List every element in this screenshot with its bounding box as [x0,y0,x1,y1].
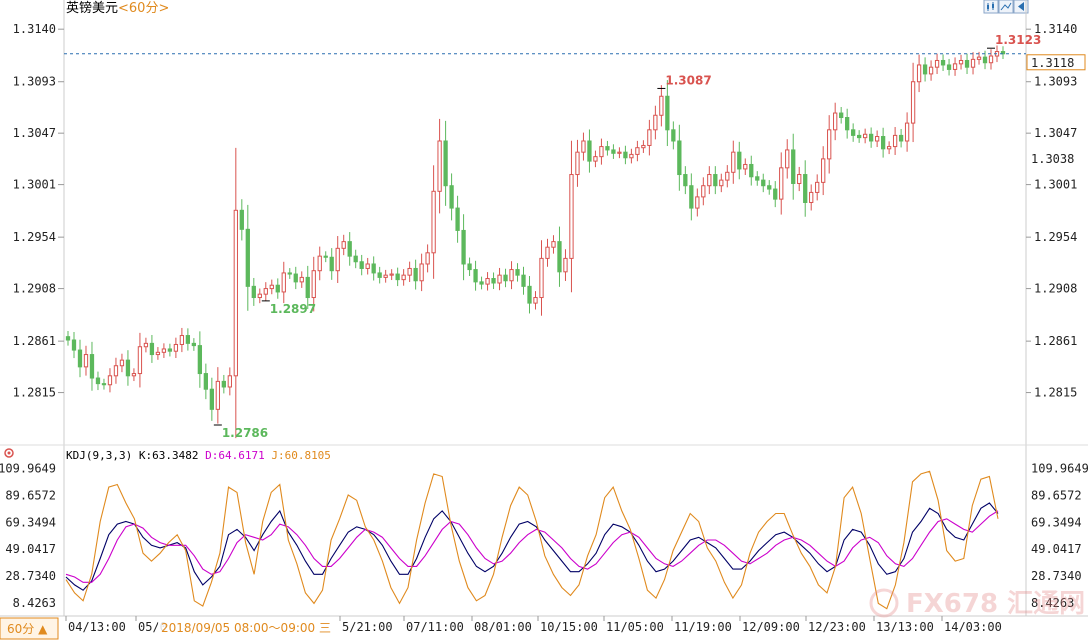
svg-text:2018/09/05 08:00～09:00 三: 2018/09/05 08:00～09:00 三 [161,621,331,635]
time-tick-label: 14/03:00 [944,620,1002,634]
time-tick-label: 10/15:00 [540,620,598,634]
price-extreme-annotation: 1.3087 [657,73,712,89]
time-tick-label: 07/11:00 [406,620,464,634]
kdj-tick-label: 69.3494 [5,515,56,529]
price-tick-label: 1.3047 [1034,126,1077,140]
time-tick-label: 12/23:00 [808,620,866,634]
kdj-tick-label: 109.9649 [0,462,56,476]
time-tick-label: 04/13:00 [68,620,126,634]
svg-text:FX678 汇通网: FX678 汇通网 [906,589,1085,619]
svg-text:1.2786: 1.2786 [222,426,268,440]
price-tick-label: 1.2908 [1034,282,1077,296]
svg-text:1.3087: 1.3087 [665,73,711,87]
price-tick-label: 1.3001 [13,178,56,192]
kdj-tick-label: 49.0417 [5,542,56,556]
svg-text:1.2897: 1.2897 [270,302,316,316]
candle-chart-icon[interactable] [983,0,999,14]
price-tick-label: 1.2815 [1034,386,1077,400]
crosshair-time-readout: 2018/09/05 08:00～09:00 三 [158,619,338,637]
kdj-tick-label: 89.6572 [5,488,56,502]
kdj-tick-label: 49.0417 [1031,542,1082,556]
time-tick-label: 08/01:00 [474,620,532,634]
price-extreme-annotation: 1.3123 [987,33,1041,49]
time-tick-label: 13/13:00 [876,620,934,634]
price-tick-label: 1.3001 [1034,178,1077,192]
line-chart-icon[interactable] [998,0,1014,14]
price-tick-label: 1.3140 [13,22,56,36]
price-extreme-annotation: 1.2897 [261,300,316,316]
time-tick-label: 11/05:00 [606,620,664,634]
time-tick-label: 11/19:00 [674,620,732,634]
period-button[interactable]: 60分 ▲ [0,617,59,640]
price-extreme-annotation: 1.2786 [213,424,268,440]
svg-text:60分 ▲: 60分 ▲ [7,622,48,636]
price-tick-label: 1.2861 [1034,334,1077,348]
svg-text:1.3118: 1.3118 [1031,56,1074,70]
price-tick-label: 1.2908 [13,282,56,296]
price-tick-label: 1.2954 [1034,230,1077,244]
current-price-tag: 1.3118 [1026,54,1086,71]
price-tick-label: 1.2954 [13,230,56,244]
price-tick-label: 1.3093 [1034,75,1077,89]
kdj-tick-label: 28.7340 [5,569,56,583]
kdj-tick-label: 69.3494 [1031,515,1082,529]
kdj-tick-label: 109.9649 [1031,462,1088,476]
kdj-tick-label: 28.7340 [1031,569,1082,583]
price-tick-label: 1.2861 [13,334,56,348]
time-tick-label: 12/09:00 [742,620,800,634]
instrument-title: 英镑美元<60分> [66,0,169,16]
secondary-price-label: 1.3038 [1031,152,1074,166]
price-chart: 英镑美元<60分> 1.3140 1.3093 1.3047 1.3001 1.2954… [0,0,1088,640]
price-tick-label: 1.3093 [13,75,56,89]
kdj-tick-label: 8.4263 [13,596,56,610]
price-tick-label: 1.3047 [13,126,56,140]
svg-text:1.3123: 1.3123 [995,33,1041,47]
time-tick-label: 5/21:00 [342,620,393,634]
kdj-tick-label: 89.6572 [1031,488,1082,502]
kdj-legend: KDJ(9,3,3) K:63.3482 D:64.6171 J:60.8105 [66,449,331,462]
price-tick-label: 1.2815 [13,386,56,400]
